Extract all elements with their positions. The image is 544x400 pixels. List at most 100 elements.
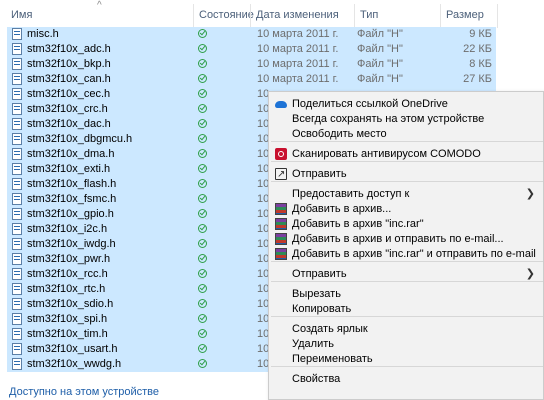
- file-size: 27 КБ: [463, 73, 492, 85]
- synced-status-icon: [198, 344, 207, 353]
- file-name: stm32f10x_cec.h: [27, 88, 111, 100]
- comodo-icon: [275, 148, 287, 160]
- h-file-icon: [12, 343, 22, 355]
- menu-item[interactable]: Свойства: [269, 369, 543, 389]
- synced-status-icon: [198, 164, 207, 173]
- winrar-icon: [275, 248, 287, 260]
- h-file-icon: [12, 328, 22, 340]
- file-size: 8 КБ: [469, 58, 492, 70]
- synced-status-icon: [198, 89, 207, 98]
- onedrive-icon: [275, 101, 287, 108]
- h-file-icon: [12, 163, 22, 175]
- synced-status-icon: [198, 284, 207, 293]
- h-file-icon: [12, 193, 22, 205]
- file-type: Файл "H": [357, 58, 403, 70]
- h-file-icon: [12, 358, 22, 370]
- h-file-icon: [12, 88, 22, 100]
- file-row[interactable]: stm32f10x_adc.h 10 марта 2011 г. Файл "H" 2…: [7, 42, 496, 57]
- column-header-date[interactable]: Дата изменения: [250, 0, 354, 30]
- file-type: Файл "H": [357, 73, 403, 85]
- h-file-icon: [12, 223, 22, 235]
- file-name: stm32f10x_tim.h: [27, 328, 108, 340]
- file-type: Файл "H": [357, 28, 403, 40]
- synced-status-icon: [198, 194, 207, 203]
- synced-status-icon: [198, 314, 207, 323]
- file-name: stm32f10x_crc.h: [27, 103, 108, 115]
- file-name: stm32f10x_dbgmcu.h: [27, 133, 133, 145]
- h-file-icon: [12, 298, 22, 310]
- synced-status-icon: [198, 149, 207, 158]
- file-size: 9 КБ: [469, 28, 492, 40]
- menu-item-label: Свойства: [292, 373, 341, 385]
- file-name: stm32f10x_iwdg.h: [27, 238, 116, 250]
- synced-status-icon: [198, 134, 207, 143]
- file-type: Файл "H": [357, 43, 403, 55]
- h-file-icon: [12, 178, 22, 190]
- file-name: stm32f10x_fsmc.h: [27, 193, 117, 205]
- file-name: stm32f10x_usart.h: [27, 343, 118, 355]
- file-date: 10 марта 2011 г.: [257, 43, 339, 55]
- h-file-icon: [12, 58, 22, 70]
- file-row[interactable]: misc.h 10 марта 2011 г. Файл "H" 9 КБ: [7, 27, 496, 42]
- column-header-status[interactable]: Состояние: [193, 0, 254, 30]
- menu-separator: [271, 161, 543, 162]
- menu-separator: [271, 281, 543, 282]
- file-name: misc.h: [27, 28, 59, 40]
- file-name: stm32f10x_wwdg.h: [27, 358, 122, 370]
- synced-status-icon: [198, 104, 207, 113]
- column-divider[interactable]: [497, 4, 498, 28]
- file-date: 10 марта 2011 г.: [257, 28, 339, 40]
- status-bar-text: Доступно на этом устройстве: [9, 386, 159, 398]
- column-header-type[interactable]: Тип: [354, 0, 440, 30]
- h-file-icon: [12, 118, 22, 130]
- file-date: 10 марта 2011 г.: [257, 58, 339, 70]
- menu-separator: [271, 261, 543, 262]
- synced-status-icon: [198, 359, 207, 368]
- menu-separator: [271, 181, 543, 182]
- file-row[interactable]: stm32f10x_bkp.h 10 марта 2011 г. Файл "H" 8…: [7, 57, 496, 72]
- synced-status-icon: [198, 239, 207, 248]
- file-name: stm32f10x_dma.h: [27, 148, 115, 160]
- synced-status-icon: [198, 59, 207, 68]
- menu-separator: [271, 141, 543, 142]
- menu-separator: [271, 366, 543, 367]
- file-name: stm32f10x_adc.h: [27, 43, 111, 55]
- context-menu: Поделиться ссылкой OneDrive Всегда сохран…: [268, 91, 544, 400]
- file-size: 22 КБ: [463, 43, 492, 55]
- menu-separator: [271, 316, 543, 317]
- h-file-icon: [12, 208, 22, 220]
- file-name: stm32f10x_can.h: [27, 73, 111, 85]
- h-file-icon: [12, 253, 22, 265]
- h-file-icon: [12, 103, 22, 115]
- file-name: stm32f10x_sdio.h: [27, 298, 114, 310]
- file-date: 10 марта 2011 г.: [257, 73, 339, 85]
- share-icon: [275, 165, 287, 185]
- file-row[interactable]: stm32f10x_can.h 10 марта 2011 г. Файл "H" 2…: [7, 72, 496, 87]
- synced-status-icon: [198, 269, 207, 278]
- synced-status-icon: [198, 74, 207, 83]
- column-header-bar: ^ Имя Состояние Дата изменения Тип Разме…: [0, 0, 544, 30]
- synced-status-icon: [198, 224, 207, 233]
- synced-status-icon: [198, 329, 207, 338]
- synced-status-icon: [198, 179, 207, 188]
- file-name: stm32f10x_exti.h: [27, 163, 111, 175]
- file-name: stm32f10x_dac.h: [27, 118, 111, 130]
- h-file-icon: [12, 238, 22, 250]
- h-file-icon: [12, 28, 22, 40]
- h-file-icon: [12, 148, 22, 160]
- synced-status-icon: [198, 254, 207, 263]
- file-name: stm32f10x_i2c.h: [27, 223, 108, 235]
- file-name: stm32f10x_bkp.h: [27, 58, 111, 70]
- column-header-size[interactable]: Размер: [440, 0, 497, 30]
- file-name: stm32f10x_gpio.h: [27, 208, 114, 220]
- synced-status-icon: [198, 299, 207, 308]
- column-header-name[interactable]: Имя: [5, 0, 193, 30]
- file-name: stm32f10x_rcc.h: [27, 268, 108, 280]
- h-file-icon: [12, 313, 22, 325]
- file-name: stm32f10x_flash.h: [27, 178, 117, 190]
- h-file-icon: [12, 43, 22, 55]
- h-file-icon: [12, 283, 22, 295]
- synced-status-icon: [198, 44, 207, 53]
- synced-status-icon: [198, 119, 207, 128]
- file-name: stm32f10x_pwr.h: [27, 253, 111, 265]
